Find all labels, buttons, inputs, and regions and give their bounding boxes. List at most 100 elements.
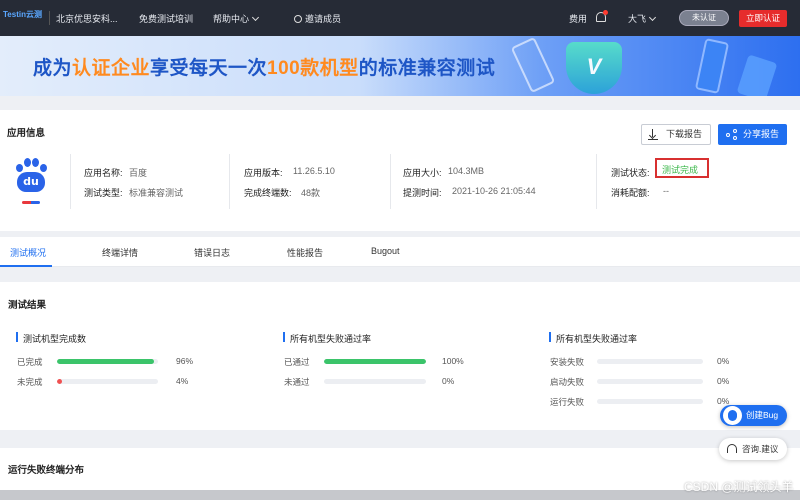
app-name-value: 百度 — [129, 168, 148, 178]
divider — [229, 154, 230, 209]
tab-overview[interactable]: 测试概况 — [10, 246, 46, 259]
row-label: 运行失败 — [550, 397, 585, 407]
nav-billing[interactable]: 费用 — [569, 12, 587, 25]
test-type-value: 标准兼容测试 — [129, 188, 184, 198]
nav-invite-label: 邀请成员 — [305, 14, 342, 24]
progress-track — [57, 379, 158, 384]
phone-illustration — [694, 38, 730, 94]
progress-track — [324, 359, 426, 364]
unverified-label: 未认证 — [692, 13, 716, 22]
group-accent-bar — [549, 332, 551, 342]
tabs-divider — [0, 266, 800, 267]
nav-invite-members[interactable]: 邀请成员 — [294, 12, 341, 25]
feedback-button[interactable]: 咨询.建议 — [719, 438, 787, 460]
share-icon — [726, 129, 738, 140]
download-report-button[interactable]: 下载报告 — [641, 124, 711, 145]
progress-fill — [57, 379, 62, 384]
banner-highlight: 认证企业 — [72, 58, 151, 79]
group-accent-bar — [283, 332, 285, 342]
row-label: 启动失败 — [550, 377, 585, 387]
row-percent: 0% — [442, 376, 455, 386]
quota-value: -- — [663, 186, 669, 196]
row-label: 已完成 — [17, 357, 43, 367]
row-label: 已通过 — [284, 357, 310, 367]
submit-time-value: 2021-10-26 21:05:44 — [452, 186, 536, 196]
chevron-down-icon — [648, 13, 657, 22]
progress-track — [597, 359, 703, 364]
download-icon — [648, 129, 658, 140]
completed-devices-value: 48款 — [301, 188, 321, 198]
divider — [49, 11, 50, 25]
horizontal-scrollbar[interactable] — [0, 490, 800, 500]
divider — [596, 154, 597, 209]
group-title-failure: 所有机型失败通过率 — [556, 334, 638, 344]
feedback-label: 咨询.建议 — [742, 444, 779, 454]
bug-icon — [723, 406, 742, 425]
progress-track — [597, 379, 703, 384]
progress-track — [597, 399, 703, 404]
banner-text-part: 的标准兼容测试 — [358, 58, 496, 79]
app-logo-text: du — [17, 172, 45, 192]
divider — [70, 154, 71, 209]
failure-distribution-title: 运行失败终端分布 — [8, 465, 85, 476]
test-results-card: 测试结果 测试机型完成数 已完成 96% 未完成 4% 所有机型失败通过率 已通… — [0, 282, 800, 430]
app-version-label: 应用版本: — [244, 168, 283, 178]
tab-error-logs[interactable]: 错误日志 — [194, 246, 230, 259]
row-percent: 0% — [717, 376, 730, 386]
row-label: 安装失败 — [550, 357, 585, 367]
tab-device-details[interactable]: 终端详情 — [102, 246, 138, 259]
verify-now-button[interactable]: 立即认证 — [739, 10, 787, 27]
phone-illustration — [736, 54, 778, 96]
group-accent-bar — [16, 332, 18, 342]
tab-bugout[interactable]: Bugout — [371, 246, 400, 256]
progress-fill — [57, 359, 154, 364]
shield-letter: V — [586, 54, 602, 79]
chevron-down-icon — [251, 13, 260, 22]
banner-text-part: 享受每天一次 — [150, 58, 268, 79]
quota-label: 消耗配额: — [611, 188, 650, 198]
baidu-app-logo: du — [13, 158, 49, 194]
company-selector[interactable]: 北京优思安科... — [56, 12, 118, 25]
group-title-completion: 测试机型完成数 — [23, 334, 87, 344]
row-percent: 4% — [176, 376, 189, 386]
watermark: CSDN @测试领头羊 — [684, 480, 794, 494]
nav-free-training[interactable]: 免费测试培训 — [139, 12, 193, 25]
report-tabs: 测试概况 终端详情 错误日志 性能报告 Bugout — [0, 237, 800, 267]
promo-banner[interactable]: 成为认证企业享受每天一次100款机型的标准兼容测试 V — [0, 36, 800, 96]
row-percent: 96% — [176, 356, 194, 366]
create-bug-button[interactable]: 创建Bug — [720, 405, 787, 426]
nav-help-label: 帮助中心 — [213, 14, 250, 24]
user-name: 大飞 — [628, 14, 647, 24]
notification-dot — [603, 10, 608, 15]
test-status-value: 测试完成 — [662, 165, 699, 175]
shield-icon: V — [566, 42, 622, 94]
nav-help-center[interactable]: 帮助中心 — [213, 12, 260, 25]
user-plus-icon — [294, 15, 302, 23]
banner-highlight: 100款机型 — [267, 58, 359, 79]
submit-time-label: 提测时间: — [403, 188, 442, 198]
tab-performance-report[interactable]: 性能报告 — [287, 246, 323, 259]
test-results-title: 测试结果 — [8, 300, 47, 311]
app-logo-underline — [22, 201, 40, 204]
testin-logo[interactable]: Testin云测 — [3, 9, 42, 20]
headset-icon — [727, 444, 737, 453]
active-tab-indicator — [0, 265, 52, 267]
row-label: 未通过 — [284, 377, 310, 387]
app-size-value: 104.3MB — [448, 166, 485, 176]
user-menu[interactable]: 大飞 — [628, 12, 657, 25]
app-version-value: 11.26.5.10 — [293, 166, 335, 176]
row-percent: 100% — [442, 356, 464, 366]
banner-text-part: 成为 — [33, 58, 73, 79]
share-report-button[interactable]: 分享报告 — [718, 124, 787, 145]
group-title-pass-rate: 所有机型失败通过率 — [290, 334, 372, 344]
app-size-label: 应用大小: — [403, 168, 442, 178]
divider — [390, 154, 391, 209]
create-bug-label: 创建Bug — [746, 410, 779, 420]
app-name-label: 应用名称: — [84, 168, 123, 178]
test-type-label: 测试类型: — [84, 188, 123, 198]
completed-devices-label: 完成终端数: — [244, 188, 292, 198]
progress-fill — [324, 359, 426, 364]
unverified-badge: 未认证 — [679, 10, 729, 26]
row-percent: 0% — [717, 356, 730, 366]
share-report-label: 分享报告 — [743, 129, 780, 139]
